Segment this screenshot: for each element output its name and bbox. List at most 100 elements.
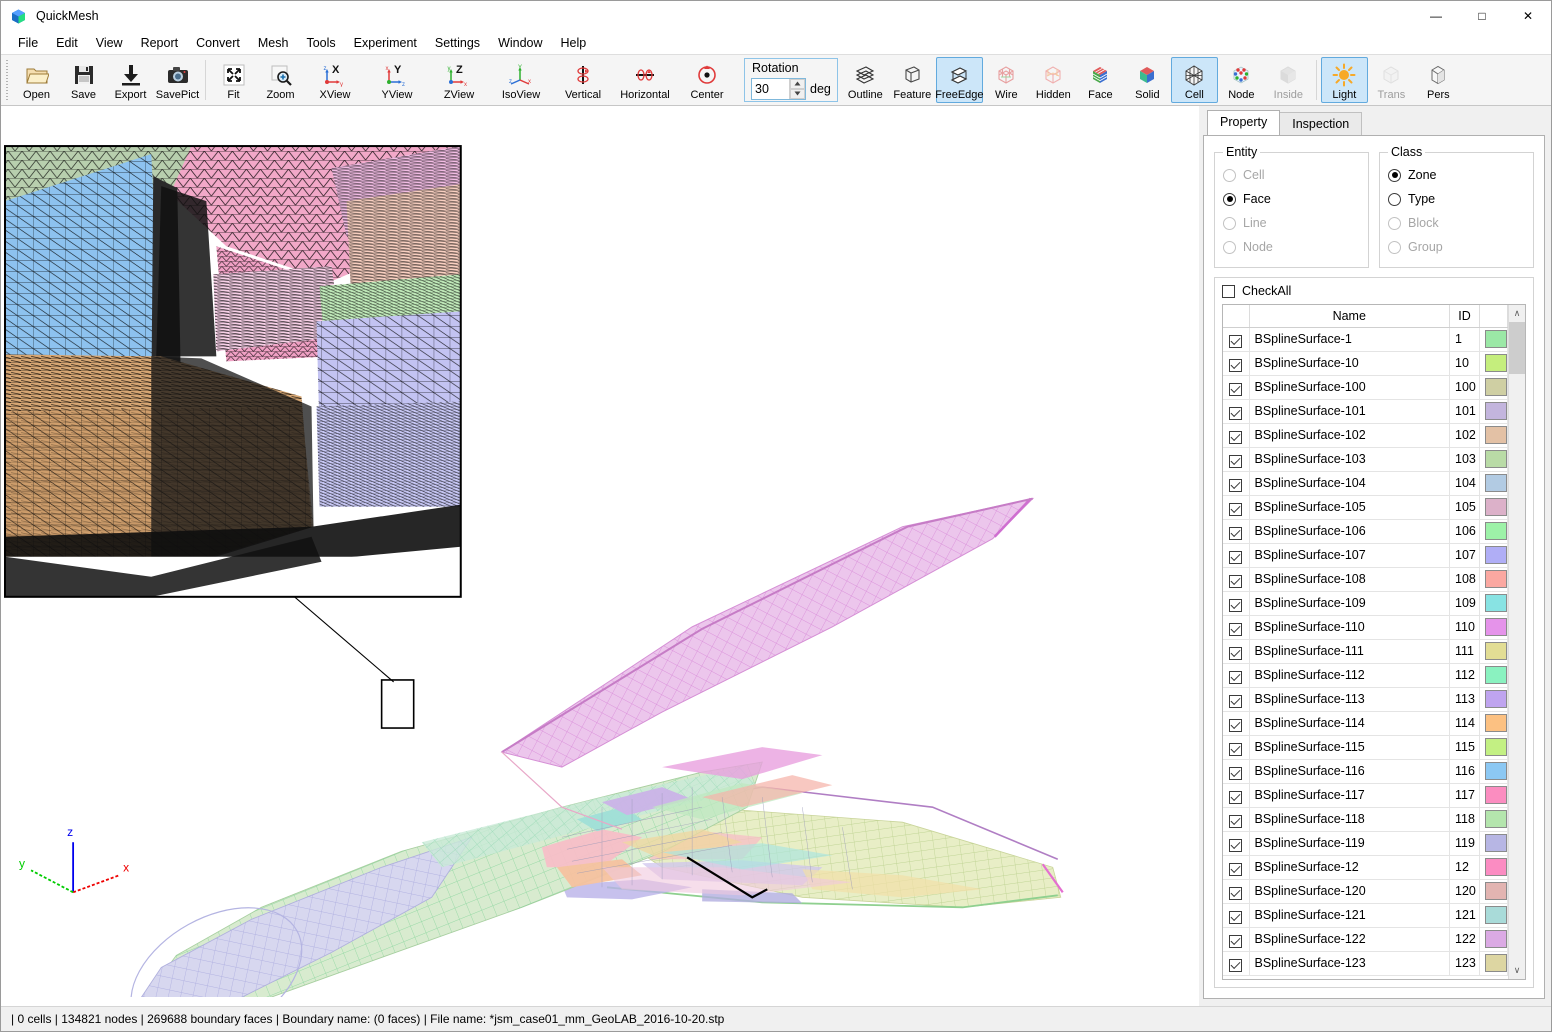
toolbar-button-freeedge[interactable]: FreeEdge	[935, 57, 984, 103]
menu-help[interactable]: Help	[552, 33, 596, 53]
row-color-cell[interactable]	[1479, 615, 1508, 640]
row-color-cell[interactable]	[1479, 471, 1508, 496]
table-row[interactable]: BSplineSurface-107 107	[1223, 543, 1508, 568]
scroll-up-icon[interactable]: ∧	[1509, 305, 1525, 322]
row-checkbox-cell[interactable]	[1223, 951, 1250, 976]
row-checkbox[interactable]	[1229, 886, 1243, 900]
color-swatch[interactable]	[1485, 786, 1507, 804]
row-checkbox[interactable]	[1229, 622, 1243, 636]
row-checkbox-cell[interactable]	[1223, 663, 1250, 688]
toolbar-button-open[interactable]: Open	[13, 57, 60, 103]
spin-up-icon[interactable]	[790, 78, 805, 89]
row-checkbox[interactable]	[1229, 646, 1243, 660]
row-checkbox-cell[interactable]	[1223, 543, 1250, 568]
check-all-checkbox[interactable]	[1222, 284, 1235, 298]
table-row[interactable]: BSplineSurface-117 117	[1223, 783, 1508, 808]
color-swatch[interactable]	[1485, 618, 1507, 636]
row-checkbox-cell[interactable]	[1223, 351, 1250, 376]
color-swatch[interactable]	[1485, 402, 1507, 420]
table-row[interactable]: BSplineSurface-113 113	[1223, 687, 1508, 712]
class-option-type[interactable]: Type	[1388, 187, 1525, 211]
color-swatch[interactable]	[1485, 642, 1507, 660]
row-color-cell[interactable]	[1479, 687, 1508, 712]
row-checkbox-cell[interactable]	[1223, 759, 1250, 784]
tab-property[interactable]: Property	[1207, 110, 1281, 135]
row-color-cell[interactable]	[1479, 663, 1508, 688]
toolbar-button-yview[interactable]: Y x z YView	[366, 57, 428, 103]
rotation-spin-buttons[interactable]	[789, 78, 805, 99]
minimize-button[interactable]: —	[1413, 1, 1459, 31]
row-color-cell[interactable]	[1479, 831, 1508, 856]
toolbar-button-xview[interactable]: X z y XView	[304, 57, 366, 103]
toolbar-button-wire[interactable]: Wire	[983, 57, 1030, 103]
color-swatch[interactable]	[1485, 954, 1507, 972]
maximize-button[interactable]: □	[1459, 1, 1505, 31]
toolbar-button-outline[interactable]: Outline	[842, 57, 889, 103]
toolbar-grip[interactable]	[4, 60, 11, 100]
color-swatch[interactable]	[1485, 378, 1507, 396]
color-swatch[interactable]	[1485, 906, 1507, 924]
row-checkbox[interactable]	[1229, 694, 1243, 708]
toolbar-button-save[interactable]: Save	[60, 57, 107, 103]
radio-button[interactable]	[1223, 192, 1236, 206]
row-checkbox-cell[interactable]	[1223, 855, 1250, 880]
menu-view[interactable]: View	[87, 33, 132, 53]
row-color-cell[interactable]	[1479, 879, 1508, 904]
toolbar-button-zview[interactable]: Z y x ZView	[428, 57, 490, 103]
color-swatch[interactable]	[1485, 834, 1507, 852]
table-row[interactable]: BSplineSurface-116 116	[1223, 759, 1508, 784]
rotation-stepper[interactable]	[751, 77, 806, 100]
row-checkbox[interactable]	[1229, 790, 1243, 804]
zone-table-scrollbar[interactable]: ∧ ∨	[1508, 305, 1525, 979]
table-row[interactable]: BSplineSurface-123 123	[1223, 951, 1508, 976]
scrollbar-track[interactable]	[1509, 322, 1525, 962]
color-swatch[interactable]	[1485, 690, 1507, 708]
toolbar-button-solid[interactable]: Solid	[1124, 57, 1171, 103]
color-swatch[interactable]	[1485, 450, 1507, 468]
row-checkbox-cell[interactable]	[1223, 615, 1250, 640]
toolbar-button-face[interactable]: Face	[1077, 57, 1124, 103]
spin-down-icon[interactable]	[790, 88, 805, 99]
row-checkbox[interactable]	[1229, 502, 1243, 516]
toolbar-button-isoview[interactable]: Y z x IsoView	[490, 57, 552, 103]
check-all-row[interactable]: CheckAll	[1222, 284, 1526, 298]
color-swatch[interactable]	[1485, 762, 1507, 780]
row-checkbox[interactable]	[1229, 430, 1243, 444]
menu-window[interactable]: Window	[489, 33, 551, 53]
row-checkbox-cell[interactable]	[1223, 567, 1250, 592]
row-checkbox-cell[interactable]	[1223, 591, 1250, 616]
row-checkbox-cell[interactable]	[1223, 711, 1250, 736]
toolbar-button-savepict[interactable]: SavePict	[154, 57, 201, 103]
table-row[interactable]: BSplineSurface-1 1	[1223, 327, 1508, 352]
menu-report[interactable]: Report	[132, 33, 188, 53]
row-color-cell[interactable]	[1479, 495, 1508, 520]
color-swatch[interactable]	[1485, 810, 1507, 828]
toolbar-button-center[interactable]: Center	[676, 57, 738, 103]
row-checkbox-cell[interactable]	[1223, 807, 1250, 832]
row-checkbox[interactable]	[1229, 742, 1243, 756]
color-swatch[interactable]	[1485, 426, 1507, 444]
menu-settings[interactable]: Settings	[426, 33, 489, 53]
row-checkbox[interactable]	[1229, 526, 1243, 540]
toolbar-button-cell[interactable]: Cell	[1170, 57, 1218, 103]
color-swatch[interactable]	[1485, 354, 1507, 372]
table-row[interactable]: BSplineSurface-12 12	[1223, 855, 1508, 880]
toolbar-button-feature[interactable]: Feature	[889, 57, 936, 103]
row-checkbox-cell[interactable]	[1223, 903, 1250, 928]
row-checkbox-cell[interactable]	[1223, 423, 1250, 448]
toolbar-button-hidden[interactable]: Hidden	[1030, 57, 1077, 103]
row-checkbox-cell[interactable]	[1223, 879, 1250, 904]
row-checkbox-cell[interactable]	[1223, 375, 1250, 400]
row-checkbox[interactable]	[1229, 814, 1243, 828]
table-row[interactable]: BSplineSurface-121 121	[1223, 903, 1508, 928]
color-swatch[interactable]	[1485, 570, 1507, 588]
menu-edit[interactable]: Edit	[47, 33, 87, 53]
entity-option-face[interactable]: Face	[1223, 187, 1360, 211]
row-color-cell[interactable]	[1479, 351, 1508, 376]
row-color-cell[interactable]	[1479, 375, 1508, 400]
row-checkbox[interactable]	[1229, 574, 1243, 588]
rotation-input[interactable]	[752, 78, 785, 99]
toolbar-button-horizontal[interactable]: Horizontal	[614, 57, 676, 103]
column-header-color[interactable]	[1479, 305, 1508, 328]
table-row[interactable]: BSplineSurface-10 10	[1223, 351, 1508, 376]
